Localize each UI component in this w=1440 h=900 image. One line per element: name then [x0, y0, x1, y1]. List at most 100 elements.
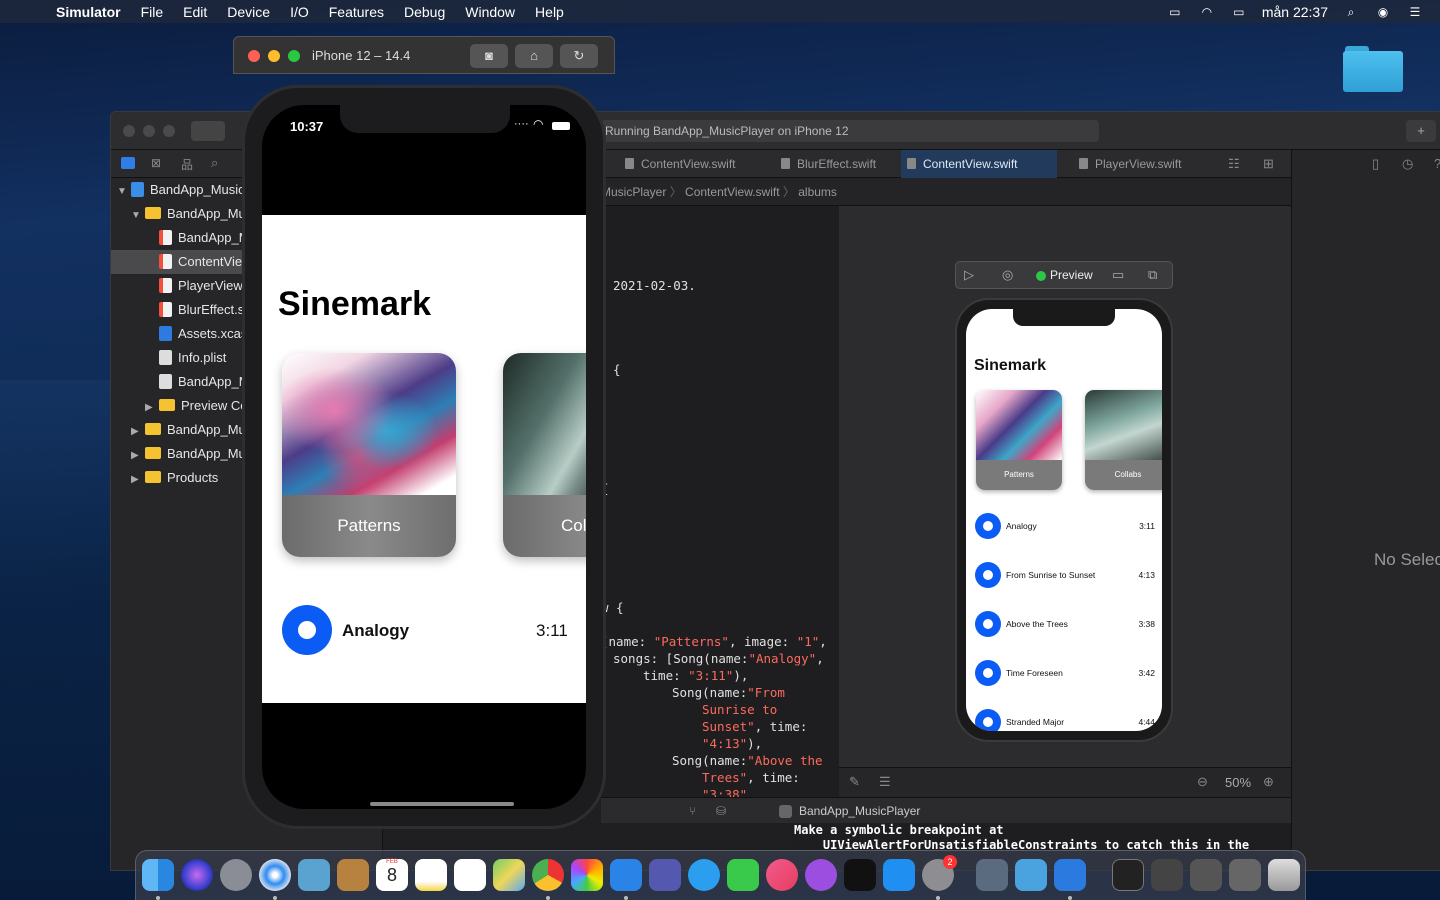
photos-icon[interactable] — [571, 859, 603, 891]
siri-dock-icon[interactable] — [181, 859, 213, 891]
calendar-icon[interactable]: FEB 8 — [376, 859, 408, 891]
menu-clock[interactable]: mån 22:37 — [1262, 4, 1328, 20]
control-center-icon[interactable]: ☰ — [1406, 5, 1424, 19]
breadcrumb: MusicPlayer 〉 ContentView.swift 〉 albums — [601, 178, 1291, 206]
zoom-in-icon[interactable]: ⊕ — [1263, 774, 1274, 790]
inspect-preview-icon[interactable]: ◎ — [1002, 267, 1013, 283]
pin-icon[interactable]: ✎ — [849, 774, 860, 790]
finder-icon[interactable] — [142, 859, 174, 891]
menu-io[interactable]: I/O — [290, 4, 309, 20]
menu-edit[interactable]: Edit — [183, 4, 207, 20]
siri-icon[interactable]: ◉ — [1374, 5, 1392, 19]
split-editor-icon[interactable]: ⊞ — [1263, 156, 1274, 172]
sidebar-toggle-icon[interactable] — [191, 121, 225, 141]
iphone-screen[interactable]: 10:37 ···· ◠ Sinemark Patterns Col Analo… — [262, 105, 586, 809]
tab-contentview-active[interactable]: ContentView.swift — [901, 150, 1057, 178]
app-store-icon[interactable] — [883, 859, 915, 891]
breadcrumb-file[interactable]: ContentView.swift — [685, 185, 780, 199]
messages-icon[interactable] — [688, 859, 720, 891]
debug-hierarchy-icon[interactable]: ⑂ — [689, 798, 696, 824]
canvas-list-icon[interactable]: ☰ — [879, 774, 891, 790]
debug-scheme[interactable]: BandApp_MusicPlayer — [799, 798, 920, 824]
activity-status: Running BandApp_MusicPlayer on iPhone 12 — [601, 120, 1099, 142]
facetime-icon[interactable] — [727, 859, 759, 891]
signal-icon: ···· — [514, 118, 529, 130]
breadcrumb-target[interactable]: MusicPlayer — [601, 185, 666, 199]
song-play-icon[interactable] — [282, 605, 332, 655]
preview-album-card: Patterns — [976, 390, 1062, 490]
battery-icon[interactable]: ▭ — [1230, 5, 1248, 19]
folder-stack-icon[interactable] — [1229, 859, 1261, 891]
symbol-navigator-icon[interactable]: 品 — [181, 156, 193, 173]
code-editor[interactable]: 2021-02-03. { { w { (name: "Patterns", i… — [601, 206, 839, 812]
debug-memory-icon[interactable]: ⛁ — [716, 798, 726, 824]
tab-playerview[interactable]: PlayerView.swift — [1073, 150, 1213, 178]
close-button[interactable] — [123, 125, 135, 137]
menu-debug[interactable]: Debug — [404, 4, 445, 20]
source-control-icon[interactable]: ⊠ — [151, 156, 161, 170]
album-card-patterns[interactable]: Patterns — [282, 353, 456, 557]
menu-app-name[interactable]: Simulator — [56, 4, 121, 20]
image-capture-icon[interactable] — [976, 859, 1008, 891]
simulator-dock-icon[interactable] — [1054, 859, 1086, 891]
screenshot-icon[interactable]: ◙ — [470, 44, 508, 68]
zoom-button[interactable] — [163, 125, 175, 137]
documents-stack-icon[interactable] — [1190, 859, 1222, 891]
home-icon[interactable]: ⌂ — [515, 44, 553, 68]
sim-minimize-button[interactable] — [268, 50, 280, 62]
safari-icon[interactable] — [259, 859, 291, 891]
home-indicator[interactable] — [370, 802, 514, 806]
preview-album-art — [976, 390, 1062, 460]
menu-file[interactable]: File — [141, 4, 164, 20]
breadcrumb-symbol[interactable]: albums — [798, 185, 837, 199]
podcasts-icon[interactable] — [805, 859, 837, 891]
sim-close-button[interactable] — [248, 50, 260, 62]
menu-window[interactable]: Window — [465, 4, 515, 20]
live-preview-icon[interactable]: ▷ — [964, 267, 974, 283]
keynote-icon[interactable] — [1015, 859, 1047, 891]
file-inspector-icon[interactable]: ▯ — [1372, 156, 1379, 172]
menu-features[interactable]: Features — [329, 4, 384, 20]
zoom-out-icon[interactable]: ⊖ — [1197, 774, 1208, 790]
system-preferences-icon[interactable]: 2 — [922, 855, 957, 891]
album-card-collabs[interactable]: Col — [503, 353, 586, 557]
rotate-icon[interactable]: ↻ — [560, 44, 598, 68]
wifi-icon[interactable]: ◠ — [1198, 5, 1216, 19]
screenshots-stack-icon[interactable] — [1151, 859, 1183, 891]
maps-icon[interactable] — [493, 859, 525, 891]
teams-icon[interactable] — [649, 859, 681, 891]
trash-icon[interactable] — [1268, 859, 1300, 891]
xcode-icon[interactable] — [610, 859, 642, 891]
notes-icon[interactable] — [415, 859, 447, 891]
zoom-level[interactable]: 50% — [1225, 775, 1251, 790]
chrome-icon[interactable] — [532, 859, 564, 891]
no-selection-label: No Selection — [1374, 550, 1440, 569]
help-inspector-icon[interactable]: ? — [1434, 156, 1440, 171]
menu-device[interactable]: Device — [227, 4, 270, 20]
menu-help[interactable]: Help — [535, 4, 564, 20]
duplicate-preview-icon[interactable]: ⧉ — [1148, 267, 1157, 283]
device-settings-icon[interactable]: ▭ — [1112, 267, 1124, 283]
launchpad-icon[interactable] — [220, 859, 252, 891]
project-navigator-icon[interactable] — [121, 157, 135, 169]
tab-contentview[interactable]: ContentView.swift — [619, 150, 759, 178]
contacts-icon[interactable] — [337, 859, 369, 891]
editor-options-icon[interactable]: ☷ — [1228, 156, 1240, 172]
spotlight-search-icon[interactable]: ⌕ — [1342, 5, 1360, 19]
find-navigator-icon[interactable]: ⌕ — [211, 155, 218, 171]
minimize-button[interactable] — [143, 125, 155, 137]
airplay-icon[interactable]: ▭ — [1166, 5, 1184, 19]
tab-blureffect[interactable]: BlurEffect.swift — [775, 150, 899, 178]
simulator-titlebar: iPhone 12 – 14.4 ◙ ⌂ ↻ — [233, 36, 615, 74]
running-indicator — [936, 896, 940, 900]
desktop-folder-icon[interactable] — [1343, 46, 1403, 92]
history-inspector-icon[interactable]: ◷ — [1402, 156, 1413, 172]
preview-app-icon[interactable] — [298, 859, 330, 891]
preview-notch — [1013, 309, 1115, 326]
sim-zoom-button[interactable] — [288, 50, 300, 62]
reminders-icon[interactable] — [454, 859, 486, 891]
tv-icon[interactable] — [844, 859, 876, 891]
downloads-stack-icon[interactable] — [1112, 859, 1144, 891]
add-tab-icon[interactable]: + — [1406, 120, 1436, 142]
music-icon[interactable] — [766, 859, 798, 891]
